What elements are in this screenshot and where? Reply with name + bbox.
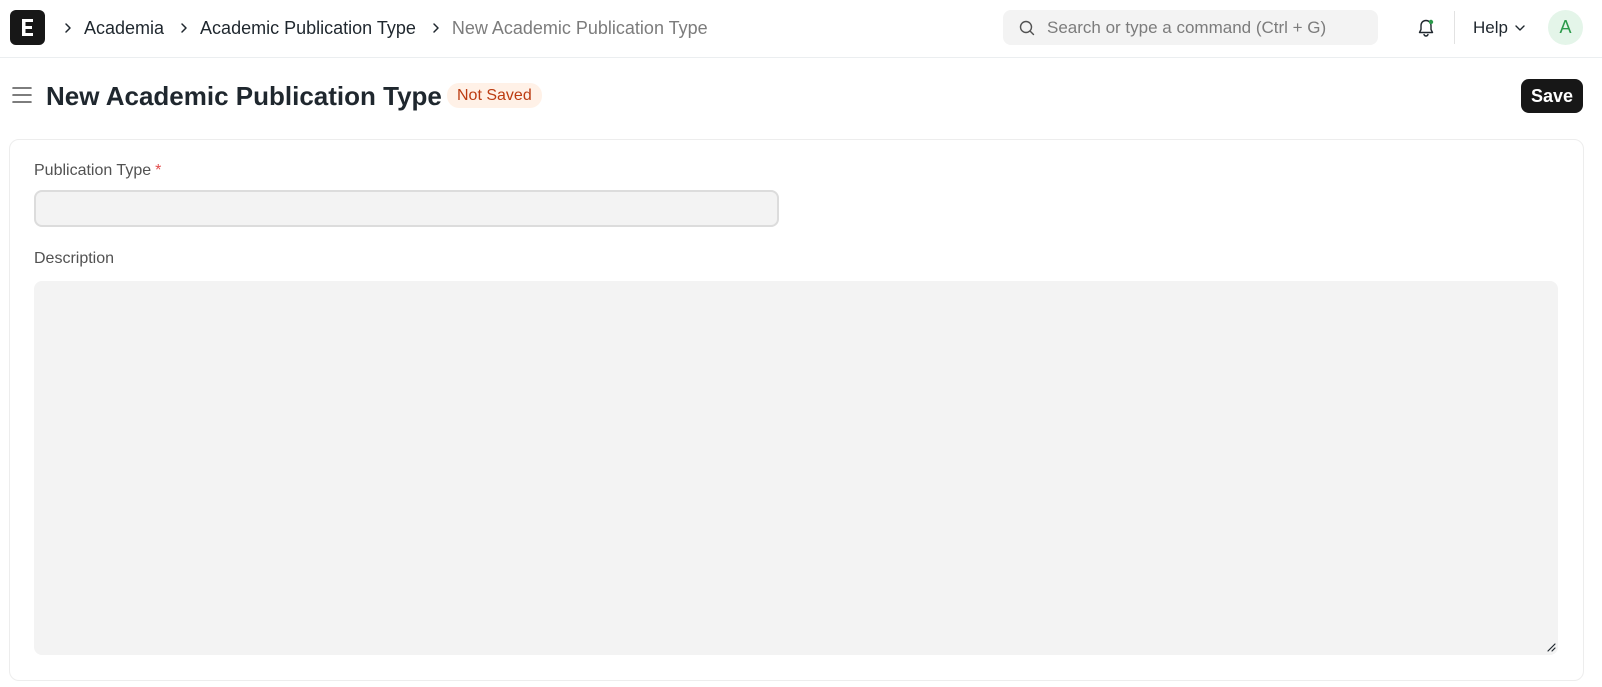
hamburger-icon[interactable] [12,85,32,105]
resize-handle-icon[interactable] [1546,642,1556,652]
search-icon [1019,20,1035,36]
breadcrumb-current: New Academic Publication Type [451,17,708,38]
navbar: Academia Academic Publication Type New A… [0,0,1602,58]
avatar[interactable]: A [1548,10,1583,45]
chevron-down-icon [1515,25,1525,31]
help-label: Help [1473,18,1508,37]
page-title: New Academic Publication Type [46,81,442,111]
publication-type-input[interactable] [34,190,779,227]
breadcrumb-academic-publication-type[interactable]: Academic Publication Type [200,18,416,39]
description-label: Description [34,250,115,267]
breadcrumb: Academia Academic Publication Type New A… [60,0,720,56]
status-badge: Not Saved [447,83,542,108]
help-dropdown[interactable]: Help [1473,17,1526,39]
search-bar[interactable] [1003,10,1378,45]
chevron-right-icon [60,20,76,36]
breadcrumb-academia[interactable]: Academia [84,18,164,39]
publication-type-label: Publication Type * [34,162,161,180]
app-logo-icon[interactable] [10,10,45,45]
bell-icon[interactable] [1415,17,1437,39]
save-button[interactable]: Save [1521,79,1583,113]
navbar-divider [1454,11,1455,44]
description-textarea[interactable] [34,281,1558,655]
search-input[interactable] [1047,10,1367,45]
form-card: Publication Type * Description [9,139,1584,681]
required-marker: * [155,162,162,179]
publication-type-label-text: Publication Type [34,162,152,179]
chevron-right-icon [176,20,192,36]
chevron-right-icon [428,20,444,36]
